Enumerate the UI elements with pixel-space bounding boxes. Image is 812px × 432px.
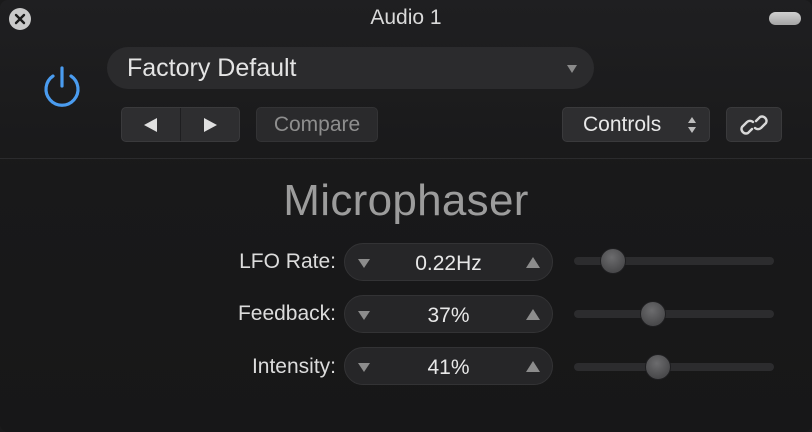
link-icon <box>740 114 768 135</box>
link-button[interactable] <box>726 107 782 142</box>
view-selector-label: Controls <box>583 112 662 136</box>
intensity-slider[interactable] <box>574 354 774 380</box>
power-icon[interactable] <box>36 62 88 114</box>
plugin-window: Audio 1 Factory Default Compare Controls <box>0 0 812 432</box>
intensity-label: Intensity: <box>251 355 336 378</box>
intensity-value: 41% <box>427 356 470 379</box>
compare-button[interactable]: Compare <box>256 107 378 142</box>
preset-label: Factory Default <box>127 53 297 82</box>
lfo-rate-slider-knob[interactable] <box>600 248 627 274</box>
plugin-name: Microphaser <box>283 176 529 225</box>
feedback-label: Feedback: <box>237 302 336 325</box>
dropdown-arrow-icon <box>567 65 577 73</box>
lfo-rate-label: LFO Rate: <box>239 250 336 273</box>
lfo-rate-field[interactable]: 0.22Hz <box>344 243 553 281</box>
intensity-field[interactable]: 41% <box>344 347 553 385</box>
lfo-rate-value: 0.22Hz <box>415 252 482 275</box>
feedback-value: 37% <box>427 304 470 327</box>
preset-navigation <box>121 107 240 142</box>
decrement-arrow-icon[interactable] <box>357 310 371 321</box>
toolbar-toggle-button[interactable] <box>769 12 801 25</box>
window-title: Audio 1 <box>370 6 442 29</box>
feedback-slider-knob[interactable] <box>640 301 667 327</box>
updown-arrows-icon <box>688 117 696 133</box>
next-arrow-icon <box>204 117 217 132</box>
increment-arrow-icon[interactable] <box>525 256 541 269</box>
view-selector[interactable]: Controls <box>562 107 710 142</box>
previous-preset-button[interactable] <box>122 108 180 141</box>
increment-arrow-icon[interactable] <box>525 360 541 373</box>
previous-arrow-icon <box>144 117 157 132</box>
decrement-arrow-icon[interactable] <box>357 258 371 269</box>
header-divider <box>0 158 812 159</box>
decrement-arrow-icon[interactable] <box>357 362 371 373</box>
next-preset-button[interactable] <box>180 108 239 141</box>
intensity-slider-knob[interactable] <box>645 354 672 380</box>
feedback-field[interactable]: 37% <box>344 295 553 333</box>
increment-arrow-icon[interactable] <box>525 308 541 321</box>
preset-dropdown[interactable]: Factory Default <box>107 47 594 89</box>
lfo-rate-slider[interactable] <box>574 248 774 274</box>
feedback-slider[interactable] <box>574 301 774 327</box>
